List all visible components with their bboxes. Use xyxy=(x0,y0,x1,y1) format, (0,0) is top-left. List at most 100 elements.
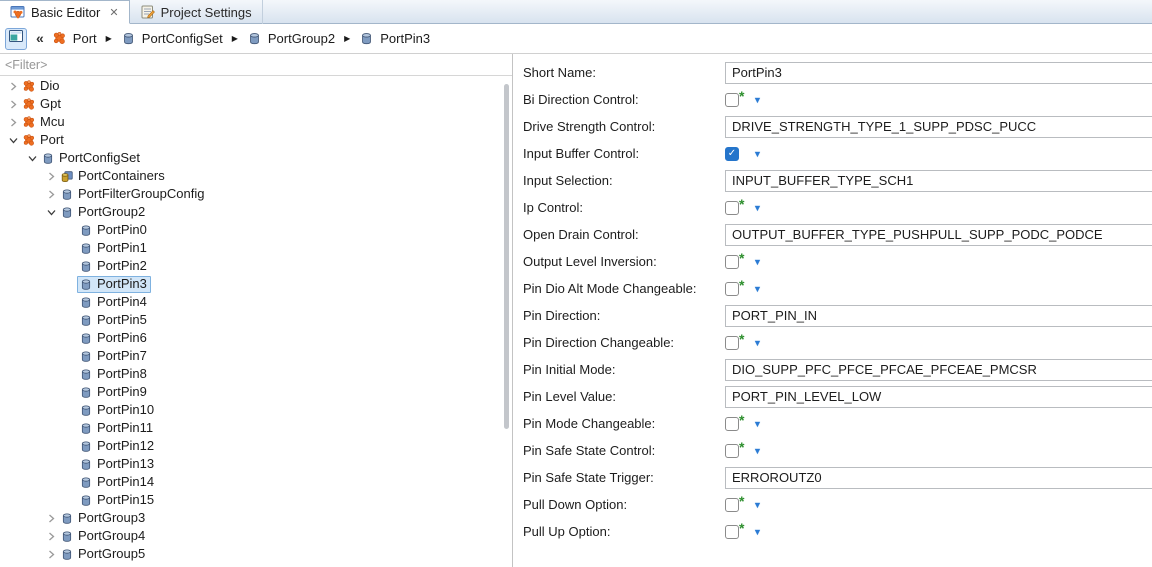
form-control xyxy=(725,386,1152,408)
tree-item-portpin5[interactable]: PortPin5 xyxy=(0,311,504,329)
output-level-inversion-checkbox[interactable] xyxy=(725,255,739,269)
tree-item-portpin7[interactable]: PortPin7 xyxy=(0,347,504,365)
tree-scrollbar[interactable] xyxy=(504,84,509,429)
tree-item-portgroup3[interactable]: PortGroup3 xyxy=(0,509,504,527)
dropdown-arrow-icon[interactable]: ▼ xyxy=(753,257,762,267)
bi-direction-control-checkbox[interactable] xyxy=(725,93,739,107)
tree-item-portcontainers[interactable]: PortContainers xyxy=(0,167,504,185)
open-drain-control-field[interactable] xyxy=(725,224,1152,246)
pin-dio-alt-mode-changeable-checkbox[interactable] xyxy=(725,282,739,296)
breadcrumb-item-portconfigset[interactable]: PortConfigSet xyxy=(121,31,223,46)
breadcrumb: « Port ▶ PortConfigSet ▶ PortGroup2 ▶ PortPin3 xyxy=(0,24,1152,53)
breadcrumb-item-port[interactable]: Port xyxy=(52,31,97,46)
tree-item-portpin15[interactable]: PortPin15 xyxy=(0,491,504,509)
tree-item-core: Port xyxy=(20,132,68,149)
tree-item-portpin1[interactable]: PortPin1 xyxy=(0,239,504,257)
project-settings-icon xyxy=(140,4,156,20)
tree-item-portpin4[interactable]: PortPin4 xyxy=(0,293,504,311)
required-asterisk: * xyxy=(739,277,747,293)
tree-item-gpt[interactable]: Gpt xyxy=(0,95,504,113)
dropdown-arrow-icon[interactable]: ▼ xyxy=(753,500,762,510)
tree-item-portpin10[interactable]: PortPin10 xyxy=(0,401,504,419)
tab-project-settings[interactable]: Project Settings xyxy=(130,0,263,24)
form-row-bi-direction-control: Bi Direction Control:*▼ xyxy=(513,86,1152,113)
ip-control-checkbox[interactable] xyxy=(725,201,739,215)
pin-level-value-field[interactable] xyxy=(725,386,1152,408)
tree-item-core: PortPin1 xyxy=(77,240,151,257)
tree-item-portpin14[interactable]: PortPin14 xyxy=(0,473,504,491)
tree-item-portpin3[interactable]: PortPin3 xyxy=(0,275,504,293)
breadcrumb-item-portgroup2[interactable]: PortGroup2 xyxy=(247,31,335,46)
pin-safe-state-trigger-field[interactable] xyxy=(725,467,1152,489)
tree-item-label: PortFilterGroupConfig xyxy=(78,186,204,202)
pin-safe-state-control-checkbox[interactable] xyxy=(725,444,739,458)
expander-collapsed-icon[interactable] xyxy=(44,529,58,543)
tree-item-core: PortGroup3 xyxy=(58,510,149,527)
expander-collapsed-icon[interactable] xyxy=(44,187,58,201)
dropdown-arrow-icon[interactable]: ▼ xyxy=(753,284,762,294)
breadcrumb-arrow-icon[interactable]: ▶ xyxy=(344,34,350,43)
tree-item-portpin0[interactable]: PortPin0 xyxy=(0,221,504,239)
pin-direction-field[interactable] xyxy=(725,305,1152,327)
expander-spacer xyxy=(63,403,77,417)
breadcrumb-arrow-icon[interactable]: ▶ xyxy=(232,34,238,43)
config-icon xyxy=(79,385,93,399)
input-selection-field[interactable] xyxy=(725,170,1152,192)
tree-item-dio[interactable]: Dio xyxy=(0,77,504,95)
tree-item-portpin11[interactable]: PortPin11 xyxy=(0,419,504,437)
tree-item-mcu[interactable]: Mcu xyxy=(0,113,504,131)
tree-item-port[interactable]: Port xyxy=(0,131,504,149)
expander-collapsed-icon[interactable] xyxy=(44,547,58,561)
expander-expanded-icon[interactable] xyxy=(25,151,39,165)
breadcrumb-arrow-icon[interactable]: ▶ xyxy=(106,34,112,43)
expander-collapsed-icon[interactable] xyxy=(6,79,20,93)
toggle-form-editor-button[interactable] xyxy=(5,28,27,50)
expander-collapsed-icon[interactable] xyxy=(44,169,58,183)
config-icon xyxy=(79,349,93,363)
collapse-breadcrumb-icon[interactable]: « xyxy=(36,30,44,46)
tree-item-portpin8[interactable]: PortPin8 xyxy=(0,365,504,383)
tree-item-portgroup2[interactable]: PortGroup2 xyxy=(0,203,504,221)
tab-basic-editor[interactable]: Basic Editor✕ xyxy=(0,0,130,24)
tree-item-label: PortGroup3 xyxy=(78,510,145,526)
config-icon xyxy=(41,151,55,165)
dropdown-arrow-icon[interactable]: ▼ xyxy=(753,338,762,348)
tree-filter-input[interactable] xyxy=(0,54,512,76)
tree-item-portfiltergroupconfig[interactable]: PortFilterGroupConfig xyxy=(0,185,504,203)
expander-collapsed-icon[interactable] xyxy=(6,97,20,111)
expander-expanded-icon[interactable] xyxy=(6,133,20,147)
pin-initial-mode-field[interactable] xyxy=(725,359,1152,381)
input-buffer-control-checkbox[interactable]: ✓ xyxy=(725,147,739,161)
tree-item-portpin2[interactable]: PortPin2 xyxy=(0,257,504,275)
pull-up-option-checkbox[interactable] xyxy=(725,525,739,539)
expander-collapsed-icon[interactable] xyxy=(44,511,58,525)
dropdown-arrow-icon[interactable]: ▼ xyxy=(753,446,762,456)
short-name-field[interactable] xyxy=(725,62,1152,84)
tree-item-portgroup4[interactable]: PortGroup4 xyxy=(0,527,504,545)
form-label: Pin Dio Alt Mode Changeable: xyxy=(513,281,725,296)
tree-item-portpin6[interactable]: PortPin6 xyxy=(0,329,504,347)
tree-item-portpin13[interactable]: PortPin13 xyxy=(0,455,504,473)
tree-item-label: PortPin13 xyxy=(97,456,154,472)
dropdown-arrow-icon[interactable]: ▼ xyxy=(753,149,762,159)
tree-item-portpin12[interactable]: PortPin12 xyxy=(0,437,504,455)
pin-direction-changeable-checkbox[interactable] xyxy=(725,336,739,350)
dropdown-arrow-icon[interactable]: ▼ xyxy=(753,95,762,105)
dropdown-arrow-icon[interactable]: ▼ xyxy=(753,527,762,537)
form-label: Pull Down Option: xyxy=(513,497,725,512)
tree-item-portgroup5[interactable]: PortGroup5 xyxy=(0,545,504,563)
close-icon[interactable]: ✕ xyxy=(109,6,118,19)
expander-collapsed-icon[interactable] xyxy=(6,115,20,129)
pull-down-option-checkbox[interactable] xyxy=(725,498,739,512)
tree-item-portconfigset[interactable]: PortConfigSet xyxy=(0,149,504,167)
breadcrumb-item-portpin3[interactable]: PortPin3 xyxy=(359,31,430,46)
tree-item-portpin9[interactable]: PortPin9 xyxy=(0,383,504,401)
drive-strength-control-field[interactable] xyxy=(725,116,1152,138)
expander-expanded-icon[interactable] xyxy=(44,205,58,219)
required-asterisk: * xyxy=(739,196,747,212)
config-icon xyxy=(60,511,74,525)
dropdown-arrow-icon[interactable]: ▼ xyxy=(753,419,762,429)
pin-mode-changeable-checkbox[interactable] xyxy=(725,417,739,431)
dropdown-arrow-icon[interactable]: ▼ xyxy=(753,203,762,213)
form-label: Pull Up Option: xyxy=(513,524,725,539)
